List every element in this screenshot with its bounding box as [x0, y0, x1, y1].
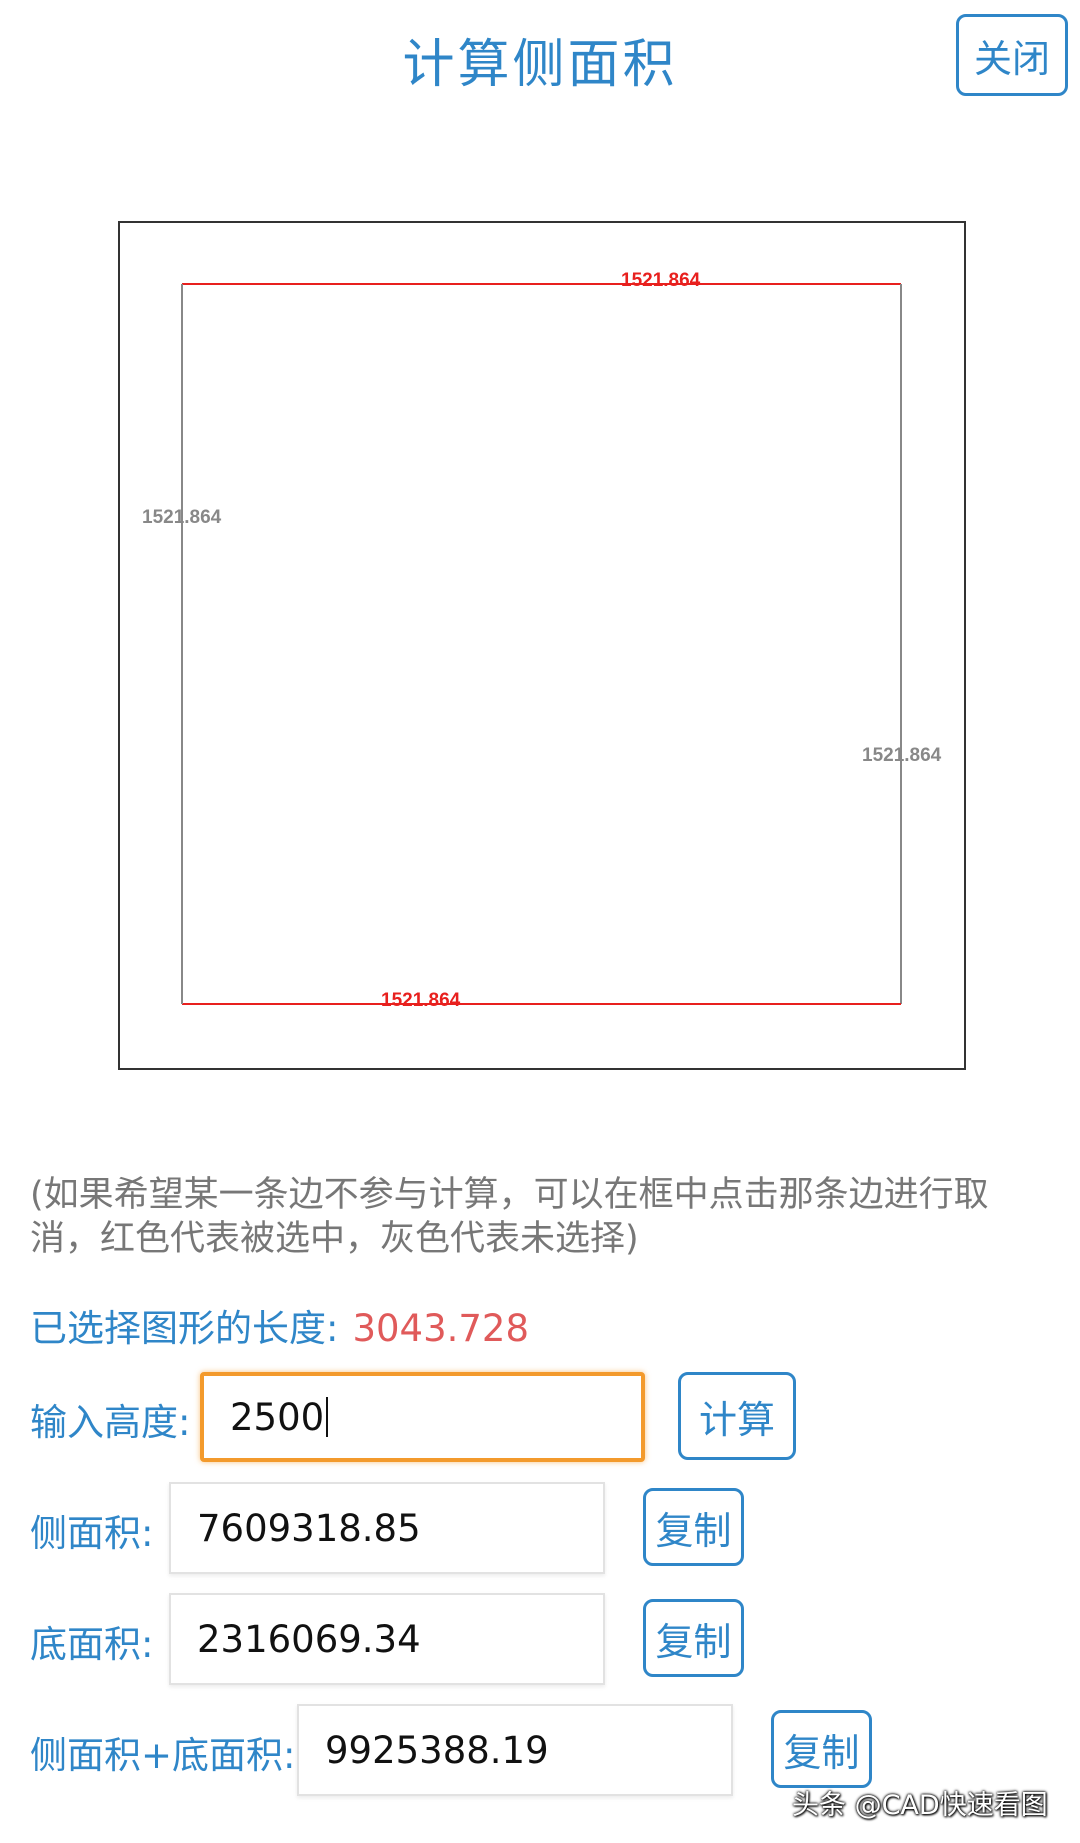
side-area-value: 7609318.85 [197, 1506, 421, 1550]
close-button[interactable]: 关闭 [956, 14, 1068, 96]
text-caret [326, 1397, 329, 1437]
selected-length: 已选择图形的长度: 3043.728 [30, 1298, 529, 1352]
watermark: 头条 @CAD快速看图 [792, 1790, 1048, 1821]
copy-side-area-button[interactable]: 复制 [643, 1488, 744, 1566]
copy-bottom-area-button[interactable]: 复制 [643, 1599, 744, 1677]
hint-text: (如果希望某一条边不参与计算，可以在框中点击那条边进行取消，红色代表被选中，灰色… [30, 1175, 989, 1259]
shape-drawing: 1521.864 1521.864 1521.864 1521.864 [142, 270, 942, 1011]
height-label: 输入高度: [30, 1401, 191, 1444]
bottom-area-field[interactable]: 2316069.34 [169, 1593, 605, 1685]
selected-length-label: 已选择图形的长度: [30, 1307, 339, 1350]
page-title: 计算侧面积 [402, 35, 678, 95]
bottom-area-value: 2316069.34 [197, 1617, 421, 1661]
copy-total-area-button[interactable]: 复制 [771, 1710, 872, 1788]
edge-label-bottom: 1521.864 [381, 990, 461, 1011]
shape-canvas[interactable]: 1521.864 1521.864 1521.864 1521.864 [118, 221, 966, 1070]
calculate-button[interactable]: 计算 [678, 1372, 796, 1460]
total-area-value: 9925388.19 [325, 1728, 549, 1772]
height-input[interactable]: 2500 [200, 1372, 645, 1462]
edge-label-right: 1521.864 [862, 745, 942, 766]
side-area-label: 侧面积: [30, 1512, 154, 1555]
selected-length-value: 3043.728 [352, 1307, 530, 1350]
total-area-label: 侧面积+底面积: [30, 1734, 296, 1777]
height-input-value: 2500 [230, 1395, 325, 1439]
side-area-field[interactable]: 7609318.85 [169, 1482, 605, 1574]
edge-label-left: 1521.864 [142, 507, 222, 528]
bottom-area-label: 底面积: [30, 1623, 154, 1666]
total-area-field[interactable]: 9925388.19 [297, 1704, 733, 1796]
edge-label-top: 1521.864 [621, 270, 701, 291]
